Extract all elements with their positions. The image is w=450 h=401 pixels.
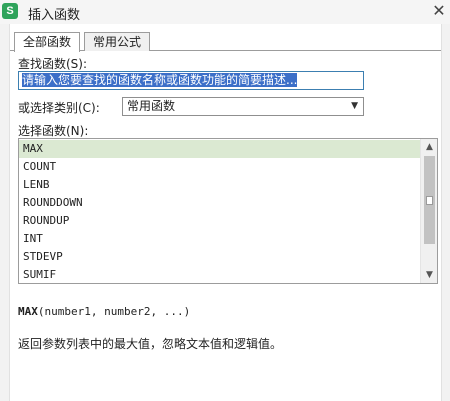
- search-label: 查找函数(S):: [18, 57, 88, 71]
- dialog-title: 插入函数: [28, 8, 81, 23]
- function-list-label: 选择函数(N):: [18, 124, 89, 138]
- wps-spreadsheet-icon: S: [2, 3, 18, 19]
- close-icon[interactable]: ✕: [430, 2, 448, 20]
- category-selected-value: 常用函数: [127, 99, 176, 113]
- function-item-sumif[interactable]: SUMIF: [19, 266, 420, 284]
- category-label: 或选择类别(C):: [18, 101, 100, 115]
- scroll-up-arrow-icon[interactable]: ▲: [421, 139, 438, 155]
- function-list-scrollbar[interactable]: ▲ ▼: [420, 139, 437, 283]
- background-sheet-left: [0, 24, 10, 401]
- title-bar: S 插入函数 ✕: [0, 0, 450, 24]
- function-signature-name: MAX: [18, 305, 38, 318]
- tab-common-formulas[interactable]: 常用公式: [84, 32, 151, 51]
- function-item-lenb[interactable]: LENB: [19, 176, 420, 194]
- tab-all-functions[interactable]: 全部函数: [14, 32, 81, 52]
- scroll-grip-icon: [426, 196, 433, 205]
- scroll-down-arrow-icon[interactable]: ▼: [421, 267, 438, 283]
- function-item-rounddown[interactable]: ROUNDDOWN: [19, 194, 420, 212]
- function-list[interactable]: MAX COUNT LENB ROUNDDOWN ROUNDUP INT STD…: [18, 138, 438, 284]
- function-item-max[interactable]: MAX: [19, 140, 420, 158]
- function-description: 返回参数列表中的最大值，忽略文本值和逻辑值。: [18, 337, 283, 351]
- chevron-down-icon: ▼: [351, 101, 358, 111]
- search-input-text: 请输入您要查找的函数名称或函数功能的简要描述...: [22, 73, 298, 87]
- function-signature-args: (number1, number2, ...): [37, 305, 191, 318]
- function-item-int[interactable]: INT: [19, 230, 420, 248]
- function-item-count[interactable]: COUNT: [19, 158, 420, 176]
- function-item-roundup[interactable]: ROUNDUP: [19, 212, 420, 230]
- category-select[interactable]: 常用函数 ▼: [122, 97, 364, 116]
- function-item-stdevp[interactable]: STDEVP: [19, 248, 420, 266]
- search-input[interactable]: 请输入您要查找的函数名称或函数功能的简要描述...: [18, 71, 364, 90]
- background-sheet-right: [441, 24, 450, 401]
- function-signature: MAX(number1, number2, ...): [18, 305, 190, 318]
- scroll-thumb[interactable]: [424, 156, 435, 244]
